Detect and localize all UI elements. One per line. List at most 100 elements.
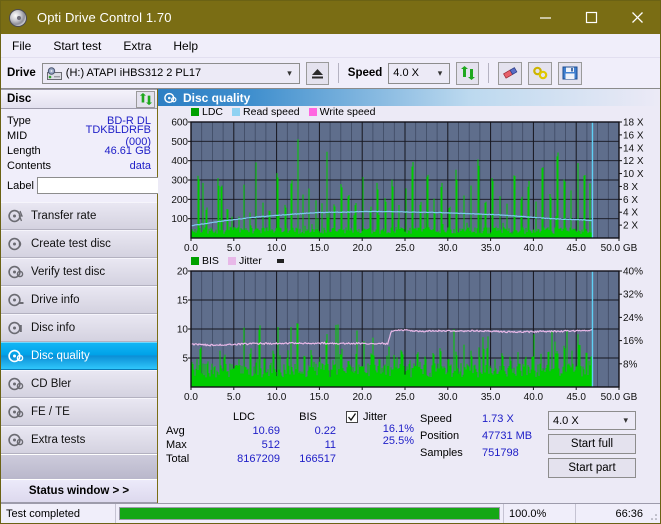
chart1-legend: LDC Read speed Write speed	[161, 106, 657, 118]
status-window-button[interactable]: Status window > >	[1, 479, 157, 503]
chart-bis-jitter: BIS Jitter 5 10 15 20 8% 16% 24% 32% 40% 0.0 5.0 10…	[158, 255, 660, 404]
disc-label-caption: Label	[7, 179, 34, 192]
menu-bar: File Start test Extra Help	[1, 34, 660, 58]
sidebar-item-label: Verify test disc	[31, 266, 106, 278]
refresh-button[interactable]	[456, 61, 480, 85]
svg-text:30.0: 30.0	[438, 243, 458, 254]
start-part-button[interactable]: Start part	[548, 458, 636, 478]
run-info-labels: Speed Position Samples	[420, 411, 482, 503]
resize-grip[interactable]	[648, 504, 660, 523]
svg-text:200: 200	[171, 195, 188, 206]
disc-info: Type BD-R DL MID TDKBLDRFB (000) Length …	[1, 109, 239, 198]
position-label: Position	[420, 430, 460, 442]
drive-select[interactable]: (H:) ATAPI iHBS312 2 PL17 ▾	[41, 62, 300, 84]
svg-text:25.0: 25.0	[395, 243, 415, 254]
run-info: Speed Position Samples 1.73 X 47731 MB 7…	[420, 411, 652, 503]
sidebar-item-fe-te[interactable]: FE / TE	[1, 398, 157, 426]
svg-text:50.0 GB: 50.0 GB	[601, 392, 638, 403]
speed-select[interactable]: 4.0 X ▾	[388, 62, 451, 84]
svg-text:35.0: 35.0	[481, 392, 501, 403]
chain-button[interactable]	[528, 61, 553, 85]
stats-max-ldc: 512	[261, 439, 280, 451]
menu-item-help[interactable]: Help	[171, 38, 200, 54]
stats-table: LDC BIS Avg 10.69 0.22 Max 512 11 Total …	[166, 411, 336, 503]
sidebar-item-verify-test-disc[interactable]: Verify test disc	[1, 258, 157, 286]
disc-field-length-value: 46.61 GB	[104, 144, 151, 157]
disc-info-icon	[8, 321, 22, 335]
test-speed-value: 4.0 X	[553, 414, 579, 427]
sidebar: Disc Type BD-R DL MID TDKBLDRFB (000) Le…	[1, 89, 239, 503]
progress-cell	[116, 504, 504, 523]
sidebar-item-disc-info[interactable]: Disc info	[1, 314, 157, 342]
samples-value: 751798	[482, 447, 519, 459]
position-value: 47731 MB	[482, 430, 533, 442]
minimize-icon[interactable]	[522, 1, 568, 34]
sidebar-item-label: FE / TE	[31, 406, 70, 418]
marker-swatch	[276, 259, 284, 263]
disc-verify-icon	[8, 265, 24, 279]
sidebar-item-extra-tests[interactable]: Extra tests	[1, 426, 157, 454]
disc-field-type-label: Type	[7, 114, 31, 127]
jitter-header: Jitter	[336, 411, 420, 423]
sidebar-item-label: Create test disc	[31, 238, 111, 250]
svg-text:20: 20	[177, 267, 189, 278]
chart1-canvas[interactable]: 100 200 300 400 500 600 2 X 4 X 6 X 8 X 10 X 12 X 14…	[161, 118, 655, 255]
svg-text:45.0: 45.0	[566, 392, 586, 403]
run-info-values: 1.73 X 47731 MB 751798	[482, 411, 548, 503]
menu-item-start-test[interactable]: Start test	[51, 38, 103, 54]
sidebar-spacer	[1, 454, 157, 479]
svg-text:5.0: 5.0	[227, 392, 241, 403]
start-full-button[interactable]: Start full	[548, 434, 636, 454]
disc-icon	[9, 8, 27, 27]
disc-panel-header: Disc	[1, 89, 157, 109]
toolbar: Drive (H:) ATAPI iHBS312 2 PL17 ▾ Speed …	[1, 58, 660, 89]
sidebar-item-drive-info[interactable]: Drive info	[1, 286, 157, 314]
disc-field-contents-value: data	[129, 159, 151, 172]
save-button[interactable]	[558, 61, 583, 85]
maximize-icon[interactable]	[568, 1, 614, 34]
svg-text:16%: 16%	[623, 336, 643, 347]
svg-text:10 X: 10 X	[623, 169, 644, 180]
svg-text:400: 400	[171, 156, 188, 167]
svg-text:6 X: 6 X	[623, 195, 638, 206]
sidebar-item-transfer-rate[interactable]: Transfer rate	[1, 202, 157, 230]
svg-text:10.0: 10.0	[267, 392, 287, 403]
disc-refresh-button[interactable]	[136, 90, 155, 108]
toolbar-separator	[337, 63, 339, 83]
sidebar-item-create-test-disc[interactable]: Create test disc	[1, 230, 157, 258]
sidebar-item-cd-bler[interactable]: CD Bler	[1, 370, 157, 398]
svg-text:24%: 24%	[623, 313, 643, 324]
sidebar-item-label: CD Bler	[31, 378, 72, 390]
check-icon	[348, 413, 357, 422]
svg-text:600: 600	[171, 118, 188, 129]
disc-field-length: Length 46.61 GB	[7, 143, 151, 158]
disc-field-mid: MID TDKBLDRFB (000)	[7, 124, 151, 148]
svg-text:10.0: 10.0	[267, 243, 287, 254]
eject-button[interactable]	[305, 61, 329, 85]
close-icon[interactable]	[614, 1, 660, 34]
disc-label-row: Label	[7, 176, 239, 195]
svg-text:16 X: 16 X	[623, 130, 644, 141]
status-message: Test completed	[1, 504, 116, 523]
menu-item-extra[interactable]: Extra	[121, 38, 153, 54]
legend-label-read-speed: Read speed	[243, 106, 300, 118]
eject-icon	[311, 68, 323, 78]
speed-select-value: 4.0 X	[393, 67, 419, 79]
menu-item-file[interactable]: File	[10, 38, 33, 54]
svg-text:20.0: 20.0	[352, 392, 372, 403]
sidebar-item-disc-quality[interactable]: Disc quality	[1, 342, 157, 370]
chevron-down-icon: ▾	[623, 415, 628, 425]
chart2-canvas[interactable]: 5 10 15 20 8% 16% 24% 32% 40% 0.0 5.0 10.0 15.0 20.0 2…	[161, 267, 655, 404]
disc-field-length-label: Length	[7, 144, 41, 157]
samples-label: Samples	[420, 447, 463, 459]
sidebar-item-label: Drive info	[31, 294, 80, 306]
stats-corner	[166, 411, 208, 423]
stats-row-label-max: Max	[166, 439, 187, 451]
test-speed-select[interactable]: 4.0 X ▾	[548, 411, 636, 430]
erase-button[interactable]	[498, 61, 523, 85]
legend-label-ldc: LDC	[202, 106, 224, 118]
jitter-checkbox[interactable]	[346, 411, 358, 423]
jitter-label: Jitter	[363, 411, 387, 423]
svg-text:500: 500	[171, 137, 188, 148]
legend-label-bis: BIS	[202, 255, 219, 267]
